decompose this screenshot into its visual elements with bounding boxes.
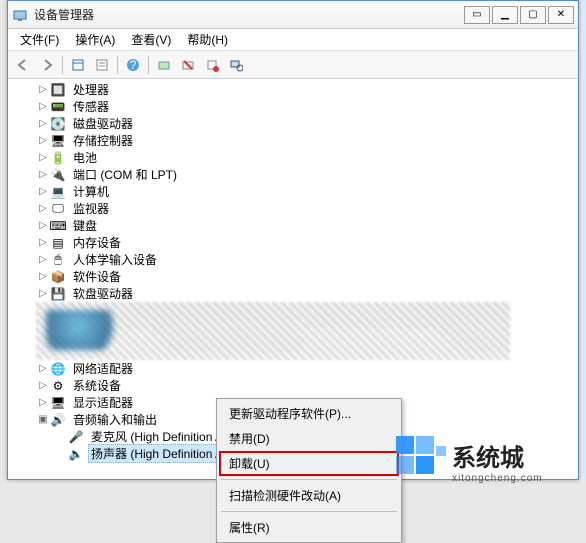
ctx-disable[interactable]: 禁用(D) [219, 426, 399, 451]
tree-node[interactable]: ▷💽磁盘驱动器 [16, 115, 570, 132]
hid-icon: 🖱 [50, 252, 66, 268]
speaker-icon: 🔈 [68, 446, 84, 462]
tree-node[interactable]: ▷🖥存储控制器 [16, 132, 570, 149]
expand-icon[interactable]: ▷ [36, 254, 50, 266]
expand-icon[interactable]: ▷ [36, 152, 50, 164]
tree-node[interactable]: ▷🖵监视器 [16, 200, 570, 217]
show-hide-button[interactable] [67, 54, 89, 76]
extra-button[interactable]: ▭ [464, 6, 490, 24]
software-icon: 📦 [50, 269, 66, 285]
battery-icon: 🔋 [50, 150, 66, 166]
expand-icon[interactable]: ▷ [36, 186, 50, 198]
scan-button[interactable] [225, 54, 247, 76]
expand-icon[interactable]: ▷ [36, 397, 50, 409]
keyboard-icon: ⌨ [50, 218, 66, 234]
disk-icon: 💽 [50, 116, 66, 132]
expand-icon[interactable]: ▷ [36, 135, 50, 147]
close-button[interactable]: ✕ [548, 6, 574, 24]
menu-view[interactable]: 查看(V) [123, 29, 179, 50]
app-icon [12, 7, 28, 23]
system-icon: ⚙ [50, 378, 66, 394]
computer-icon: 💻 [50, 184, 66, 200]
toolbar-separator [148, 56, 149, 74]
window-buttons: ▭ ▁ ▢ ✕ [464, 6, 574, 24]
tree-node[interactable]: ▷💻计算机 [16, 183, 570, 200]
memory-icon: ▤ [50, 235, 66, 251]
tree-node[interactable]: ▷▤内存设备 [16, 234, 570, 251]
context-menu: 更新驱动程序软件(P)... 禁用(D) 卸载(U) 扫描检测硬件改动(A) 属… [216, 398, 402, 543]
storage-icon: 🖥 [50, 133, 66, 149]
collapse-icon[interactable]: ▣ [36, 414, 50, 426]
help-button[interactable]: ? [122, 54, 144, 76]
menu-action[interactable]: 操作(A) [67, 29, 123, 50]
tree-node[interactable]: ▷🔌端口 (COM 和 LPT) [16, 166, 570, 183]
display-icon: 🖥 [50, 395, 66, 411]
toolbar-separator [62, 56, 63, 74]
tree-node[interactable]: ▷🌐网络适配器 [16, 360, 570, 377]
ctx-update-driver[interactable]: 更新驱动程序软件(P)... [219, 401, 399, 426]
ctx-properties[interactable]: 属性(R) [219, 515, 399, 540]
minimize-button[interactable]: ▁ [492, 6, 518, 24]
disable-button[interactable] [201, 54, 223, 76]
floppy-icon: 💾 [50, 286, 66, 302]
tree-node[interactable]: ▷🔋电池 [16, 149, 570, 166]
ctx-separator [221, 479, 397, 480]
network-icon: 🌐 [50, 361, 66, 377]
expand-icon[interactable]: ▷ [36, 288, 50, 300]
blurred-region [36, 302, 510, 360]
expand-icon[interactable]: ▷ [36, 203, 50, 215]
expand-icon[interactable]: ▷ [36, 220, 50, 232]
toolbar: ? [8, 51, 578, 79]
menu-help[interactable]: 帮助(H) [179, 29, 236, 50]
audio-icon: 🔊 [50, 412, 66, 428]
expand-icon[interactable]: ▷ [36, 237, 50, 249]
monitor-icon: 🖵 [50, 201, 66, 217]
menu-file[interactable]: 文件(F) [12, 29, 67, 50]
expand-icon[interactable]: ▷ [36, 118, 50, 130]
window-title: 设备管理器 [34, 6, 464, 23]
tree-node[interactable]: ▷📟传感器 [16, 98, 570, 115]
ctx-separator [221, 511, 397, 512]
forward-button[interactable] [36, 54, 58, 76]
svg-text:?: ? [130, 58, 137, 72]
cpu-icon: 🔲 [50, 82, 66, 98]
properties-button[interactable] [91, 54, 113, 76]
maximize-button[interactable]: ▢ [520, 6, 546, 24]
ctx-uninstall[interactable]: 卸载(U) [219, 451, 399, 476]
expand-icon[interactable]: ▷ [36, 271, 50, 283]
titlebar: 设备管理器 ▭ ▁ ▢ ✕ [8, 1, 578, 29]
port-icon: 🔌 [50, 167, 66, 183]
sensor-icon: 📟 [50, 99, 66, 115]
tree-node[interactable]: ▷🔲处理器 [16, 81, 570, 98]
tree-label: 软盘驱动器 [70, 284, 136, 303]
update-driver-button[interactable] [153, 54, 175, 76]
ctx-scan[interactable]: 扫描检测硬件改动(A) [219, 483, 399, 508]
uninstall-button[interactable] [177, 54, 199, 76]
tree-node[interactable]: ▷⌨键盘 [16, 217, 570, 234]
tree-node[interactable]: ▷📦软件设备 [16, 268, 570, 285]
expand-icon[interactable]: ▷ [36, 363, 50, 375]
tree-node[interactable]: ▷🖱人体学输入设备 [16, 251, 570, 268]
speaker-icon: 🎤 [68, 429, 84, 445]
back-button[interactable] [12, 54, 34, 76]
expand-icon[interactable]: ▷ [36, 380, 50, 392]
tree-node[interactable]: ▷⚙系统设备 [16, 377, 570, 394]
tree-node[interactable]: ▷💾软盘驱动器 [16, 285, 570, 302]
menubar: 文件(F) 操作(A) 查看(V) 帮助(H) [8, 29, 578, 51]
toolbar-separator [117, 56, 118, 74]
expand-icon[interactable]: ▷ [36, 84, 50, 96]
expand-icon[interactable]: ▷ [36, 101, 50, 113]
expand-icon[interactable]: ▷ [36, 169, 50, 181]
